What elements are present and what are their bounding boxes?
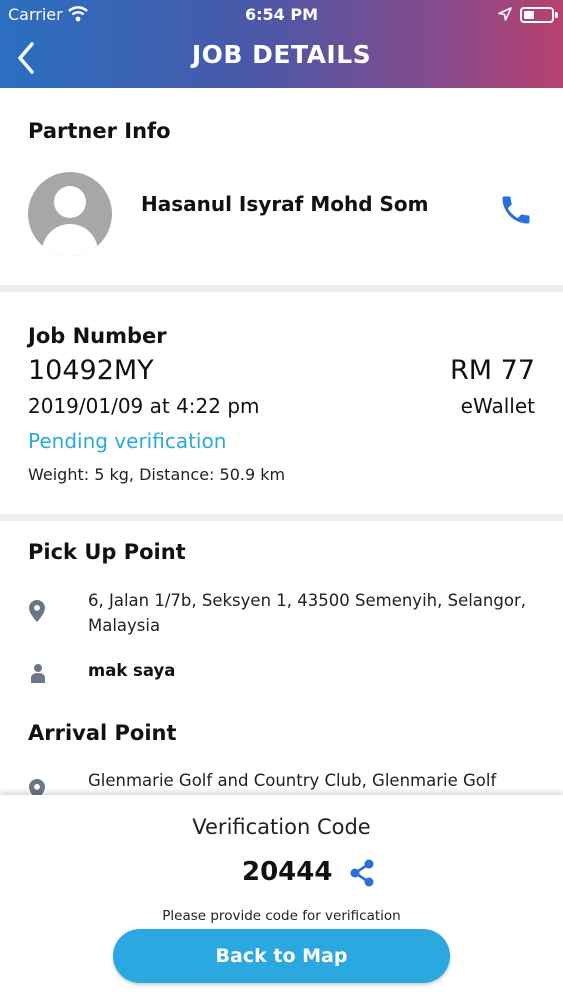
verification-code-label: Verification Code (192, 815, 371, 839)
avatar-body-shape (42, 224, 98, 256)
job-number-heading: Job Number (28, 324, 167, 348)
app-header: Carrier 6:54 PM JOB DETAILS (0, 0, 563, 88)
battery-icon (520, 7, 558, 23)
status-bar: Carrier 6:54 PM (0, 0, 563, 30)
pickup-address: 6, Jalan 1/7b, Seksyen 1, 43500 Semenyih… (88, 591, 526, 635)
status-text: Pending verification (28, 429, 227, 453)
partner-info-card: Partner Info Hasanul Isyraf Mohd Som (0, 88, 563, 285)
weight-distance: Weight: 5 kg, Distance: 50.9 km (28, 465, 286, 484)
avatar (28, 172, 112, 256)
partner-info-heading: Partner Info (28, 119, 171, 143)
page-title: JOB DETAILS (191, 40, 372, 69)
job-price: RM 77 (450, 355, 535, 386)
avatar-head-shape (54, 186, 86, 218)
back-to-map-button[interactable]: Back to Map (113, 929, 450, 983)
partner-name: Hasanul Isyraf Mohd Som (141, 192, 429, 216)
job-number-value: 10492MY (28, 355, 154, 386)
pickup-contact-name: mak saya (88, 661, 176, 680)
pickup-heading: Pick Up Point (28, 540, 186, 564)
verification-code-value: 20444 (242, 857, 333, 887)
arrival-heading: Arrival Point (28, 721, 177, 745)
payment-method: eWallet (460, 394, 535, 418)
share-icon[interactable] (346, 857, 378, 889)
route-card: Pick Up Point 6, Jalan 1/7b, Seksyen 1, … (0, 521, 563, 795)
location-pin-icon (29, 779, 45, 795)
job-datetime: 2019/01/09 at 4:22 pm (28, 394, 260, 418)
arrival-address: Glenmarie Golf and Country Club, Glenmar… (88, 771, 497, 790)
verification-hint: Please provide code for verification (162, 908, 401, 924)
person-icon (31, 664, 45, 683)
clock: 6:54 PM (244, 5, 318, 24)
phone-icon[interactable] (498, 192, 534, 228)
location-arrow-icon (498, 7, 512, 21)
job-details-card: Job Number 10492MY RM 77 2019/01/09 at 4… (0, 292, 563, 514)
location-pin-icon (29, 600, 45, 622)
verification-panel: Verification Code 20444 Please provide c… (0, 795, 563, 1000)
